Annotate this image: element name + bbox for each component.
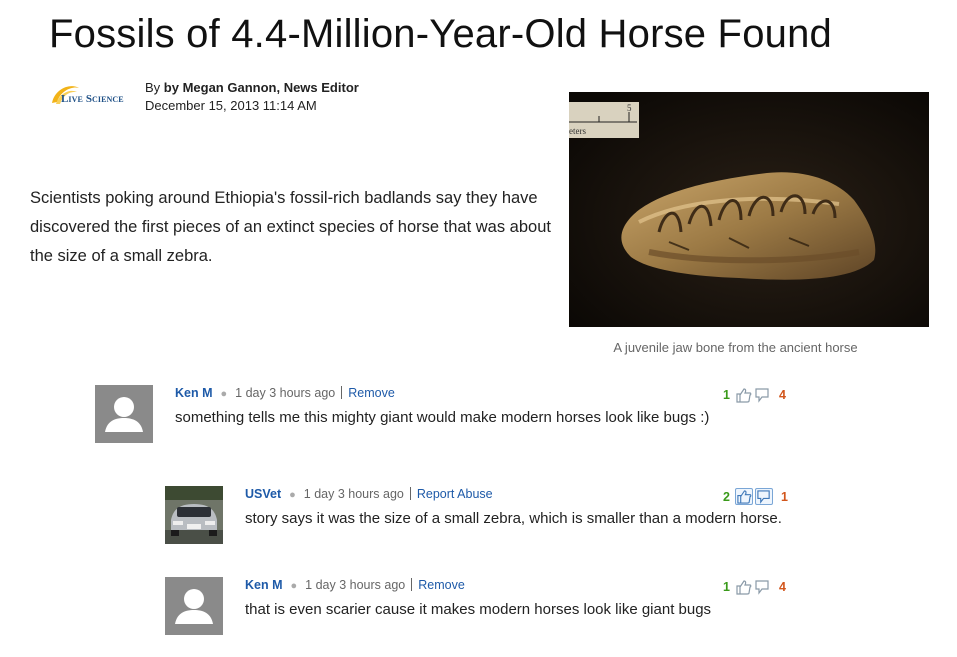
comment-reply: Ken M ● 1 day 3 hours ago Remove that is ev… <box>165 577 815 637</box>
divider <box>411 578 413 591</box>
comment-meta: Ken M ● 1 day 3 hours ago Remove <box>245 577 465 594</box>
comment-username[interactable]: USVet <box>245 487 281 501</box>
byline-prefix: By <box>145 80 164 95</box>
scale-number: 5 <box>627 103 632 113</box>
thumbs-up-icon[interactable] <box>735 579 752 595</box>
thumbs-down-icon[interactable] <box>754 579 771 595</box>
logo-text: Live Science <box>61 93 124 105</box>
article-title: Fossils of 4.4-Million-Year-Old Horse Fo… <box>49 12 832 56</box>
scale-text: eters <box>569 126 586 136</box>
downvote-count: 4 <box>778 580 786 594</box>
downvote-count: 1 <box>780 489 788 504</box>
divider <box>409 487 411 500</box>
upvote-count: 1 <box>723 388 730 402</box>
author-name: by Megan Gannon, News Editor <box>163 80 359 95</box>
car-photo-icon <box>165 486 223 544</box>
byline: By by Megan Gannon, News Editor December… <box>145 79 359 115</box>
comment-text: that is even scarier cause it makes mode… <box>245 601 712 618</box>
separator-dot: ● <box>289 489 296 501</box>
report-abuse-link[interactable]: Report Abuse <box>417 487 493 501</box>
thumbs-up-icon[interactable] <box>734 488 753 505</box>
avatar[interactable] <box>95 385 153 443</box>
publish-date: December 15, 2013 11:14 AM <box>145 98 317 113</box>
remove-link[interactable]: Remove <box>418 578 465 592</box>
comment-text: something tells me this mighty giant wou… <box>175 409 710 426</box>
remove-link[interactable]: Remove <box>348 386 395 400</box>
comment-timestamp: 1 day 3 hours ago <box>235 386 336 400</box>
comment-username[interactable]: Ken M <box>245 578 283 592</box>
thumbs-up-icon[interactable] <box>735 387 752 403</box>
comment-meta: Ken M ● 1 day 3 hours ago Remove <box>175 385 395 402</box>
vote-controls: 2 1 <box>723 488 788 505</box>
fossil-jaw-photo: eters 5 <box>569 92 929 327</box>
downvote-count: 4 <box>778 388 786 402</box>
comment-meta: USVet ● 1 day 3 hours ago Report Abuse <box>245 486 493 503</box>
vote-controls: 1 4 <box>723 579 786 595</box>
separator-dot: ● <box>220 388 228 400</box>
separator-dot: ● <box>290 580 298 592</box>
comment-text: story says it was the size of a small ze… <box>245 510 782 527</box>
default-person-icon <box>95 385 153 443</box>
live-science-logo[interactable]: Live Science <box>49 80 133 110</box>
default-person-icon <box>165 577 223 635</box>
thumbs-down-icon[interactable] <box>754 488 773 505</box>
upvote-count: 2 <box>723 489 730 504</box>
comment: Ken M ● 1 day 3 hours ago Remove something … <box>95 385 815 445</box>
divider <box>341 386 343 399</box>
avatar[interactable] <box>165 577 223 635</box>
comment-timestamp: 1 day 3 hours ago <box>305 578 406 592</box>
comment-username[interactable]: Ken M <box>175 386 213 400</box>
upvote-count: 1 <box>723 580 730 594</box>
image-caption: A juvenile jaw bone from the ancient hor… <box>613 340 858 355</box>
thumbs-down-icon[interactable] <box>754 387 771 403</box>
comment-reply: USVet ● 1 day 3 hours ago Report Abuse stor… <box>165 486 815 546</box>
comment-timestamp: 1 day 3 hours ago <box>303 487 404 501</box>
article-lede: Scientists poking around Ethiopia's foss… <box>30 189 551 265</box>
avatar[interactable] <box>165 486 223 544</box>
vote-controls: 1 4 <box>723 387 786 403</box>
